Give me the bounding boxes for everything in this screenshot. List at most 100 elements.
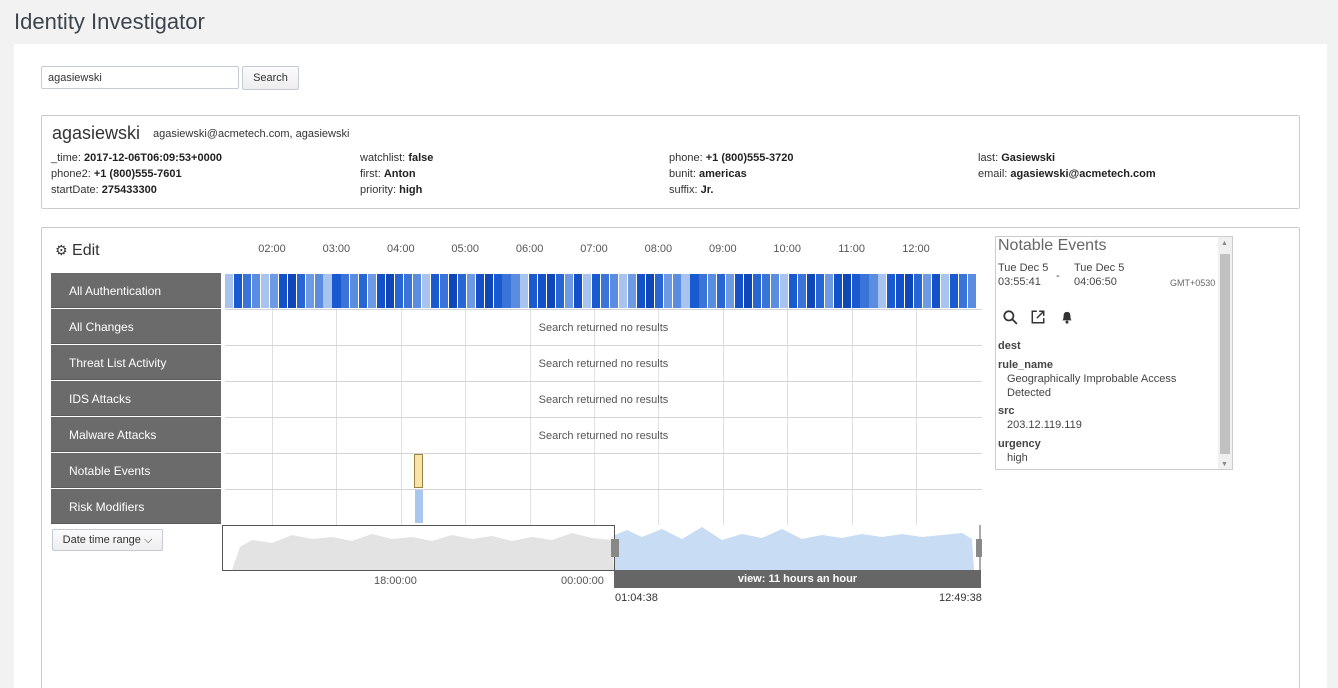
overview-chart[interactable]: [222, 525, 982, 575]
auth-event-cell[interactable]: [654, 274, 663, 308]
scroll-up-icon[interactable]: ▲: [1221, 240, 1228, 247]
auth-event-cell[interactable]: [493, 274, 502, 308]
auth-event-cell[interactable]: [323, 274, 332, 308]
auth-event-cell[interactable]: [421, 274, 431, 308]
auth-event-cell[interactable]: [600, 274, 610, 308]
auth-event-cell[interactable]: [225, 274, 234, 308]
search-button[interactable]: Search: [242, 66, 299, 90]
date-range-button[interactable]: Date time range ⌵: [52, 529, 163, 551]
auth-event-cell[interactable]: [932, 274, 941, 308]
swimlane-label[interactable]: Threat List Activity: [51, 345, 221, 380]
auth-event-cell[interactable]: [368, 274, 377, 308]
notable-panel-scrollbar[interactable]: ▲ ▼: [1218, 237, 1232, 469]
auth-event-cell[interactable]: [708, 274, 717, 308]
auth-event-cell[interactable]: [296, 274, 305, 308]
auth-event-cell[interactable]: [869, 274, 878, 308]
auth-event-cell[interactable]: [538, 274, 547, 308]
search-input[interactable]: [41, 66, 239, 89]
auth-event-cell[interactable]: [699, 274, 708, 308]
auth-event-cell[interactable]: [860, 274, 869, 308]
auth-event-cell[interactable]: [314, 274, 323, 308]
auth-event-cell[interactable]: [636, 274, 645, 308]
auth-event-cell[interactable]: [305, 274, 314, 308]
auth-event-cell[interactable]: [618, 274, 627, 308]
auth-event-cell[interactable]: [726, 274, 735, 308]
auth-event-cell[interactable]: [466, 274, 475, 308]
auth-event-cell[interactable]: [770, 274, 780, 308]
auth-event-cell[interactable]: [475, 274, 484, 308]
auth-event-cell[interactable]: [359, 274, 368, 308]
auth-event-cell[interactable]: [815, 274, 824, 308]
auth-event-cell[interactable]: [949, 274, 959, 308]
auth-event-cell[interactable]: [556, 274, 565, 308]
auth-event-cell[interactable]: [905, 274, 914, 308]
auth-event-cell[interactable]: [914, 274, 923, 308]
auth-event-cell[interactable]: [941, 274, 950, 308]
auth-event-cell[interactable]: [278, 274, 287, 308]
auth-event-cell[interactable]: [753, 274, 762, 308]
auth-event-cell[interactable]: [269, 274, 278, 308]
auth-event-cell[interactable]: [520, 274, 529, 308]
auth-event-cell[interactable]: [404, 274, 413, 308]
swimlane-label[interactable]: All Changes: [51, 309, 221, 344]
auth-event-cell[interactable]: [574, 274, 583, 308]
swimlane-label[interactable]: Notable Events: [51, 453, 221, 488]
auth-event-cell[interactable]: [386, 274, 395, 308]
notable-event-marker[interactable]: [414, 454, 423, 488]
overview-left-handle[interactable]: [611, 539, 619, 557]
auth-event-cell[interactable]: [851, 274, 860, 308]
auth-event-cell[interactable]: [923, 274, 932, 308]
auth-event-cell[interactable]: [341, 274, 350, 308]
auth-event-cell[interactable]: [797, 274, 806, 308]
auth-event-cell[interactable]: [681, 274, 690, 308]
auth-event-cell[interactable]: [842, 274, 851, 308]
edit-button[interactable]: ⚙ Edit: [55, 242, 100, 260]
auth-event-cell[interactable]: [958, 274, 968, 308]
auth-event-cell[interactable]: [735, 274, 744, 308]
auth-event-cell[interactable]: [511, 274, 520, 308]
swimlane-label[interactable]: IDS Attacks: [51, 381, 221, 416]
risk-modifier-marker[interactable]: [415, 490, 423, 523]
overview-right-handle[interactable]: [976, 539, 982, 557]
auth-event-cell[interactable]: [788, 274, 797, 308]
auth-event-cell[interactable]: [878, 274, 887, 308]
swimlane-label[interactable]: Malware Attacks: [51, 417, 221, 452]
auth-event-cell[interactable]: [690, 274, 699, 308]
auth-event-cell[interactable]: [565, 274, 574, 308]
auth-event-cell[interactable]: [529, 274, 538, 308]
auth-event-cell[interactable]: [833, 274, 842, 308]
auth-event-cell[interactable]: [448, 274, 457, 308]
auth-event-cell[interactable]: [377, 274, 386, 308]
auth-event-cell[interactable]: [430, 274, 439, 308]
auth-event-cell[interactable]: [457, 274, 466, 308]
auth-event-cell[interactable]: [251, 274, 260, 308]
auth-event-cell[interactable]: [233, 274, 243, 308]
auth-event-cell[interactable]: [547, 274, 556, 308]
auth-event-cell[interactable]: [744, 274, 753, 308]
auth-event-cell[interactable]: [806, 274, 815, 308]
auth-event-cell[interactable]: [762, 274, 771, 308]
auth-event-cell[interactable]: [260, 274, 269, 308]
auth-event-cell[interactable]: [672, 274, 681, 308]
swimlane-label[interactable]: Risk Modifiers: [51, 489, 221, 524]
auth-event-cell[interactable]: [287, 274, 296, 308]
auth-event-cell[interactable]: [591, 274, 601, 308]
auth-event-cell[interactable]: [663, 274, 672, 308]
auth-event-cell[interactable]: [332, 274, 341, 308]
scroll-down-icon[interactable]: ▼: [1221, 461, 1228, 468]
swimlane-label[interactable]: All Authentication: [51, 273, 221, 308]
auth-event-cell[interactable]: [583, 274, 592, 308]
external-link-icon[interactable]: [1030, 309, 1046, 325]
auth-event-cell[interactable]: [824, 274, 833, 308]
timeline-tracks[interactable]: Search returned no results Search returne…: [225, 273, 982, 525]
auth-event-cell[interactable]: [395, 274, 404, 308]
auth-event-cell[interactable]: [645, 274, 654, 308]
auth-event-cell[interactable]: [779, 274, 789, 308]
auth-event-cell[interactable]: [242, 274, 252, 308]
auth-event-cell[interactable]: [967, 274, 976, 308]
auth-event-cell[interactable]: [717, 274, 726, 308]
auth-event-cell[interactable]: [412, 274, 422, 308]
auth-event-cell[interactable]: [887, 274, 896, 308]
bell-icon[interactable]: [1059, 309, 1075, 325]
auth-event-cell[interactable]: [609, 274, 618, 308]
